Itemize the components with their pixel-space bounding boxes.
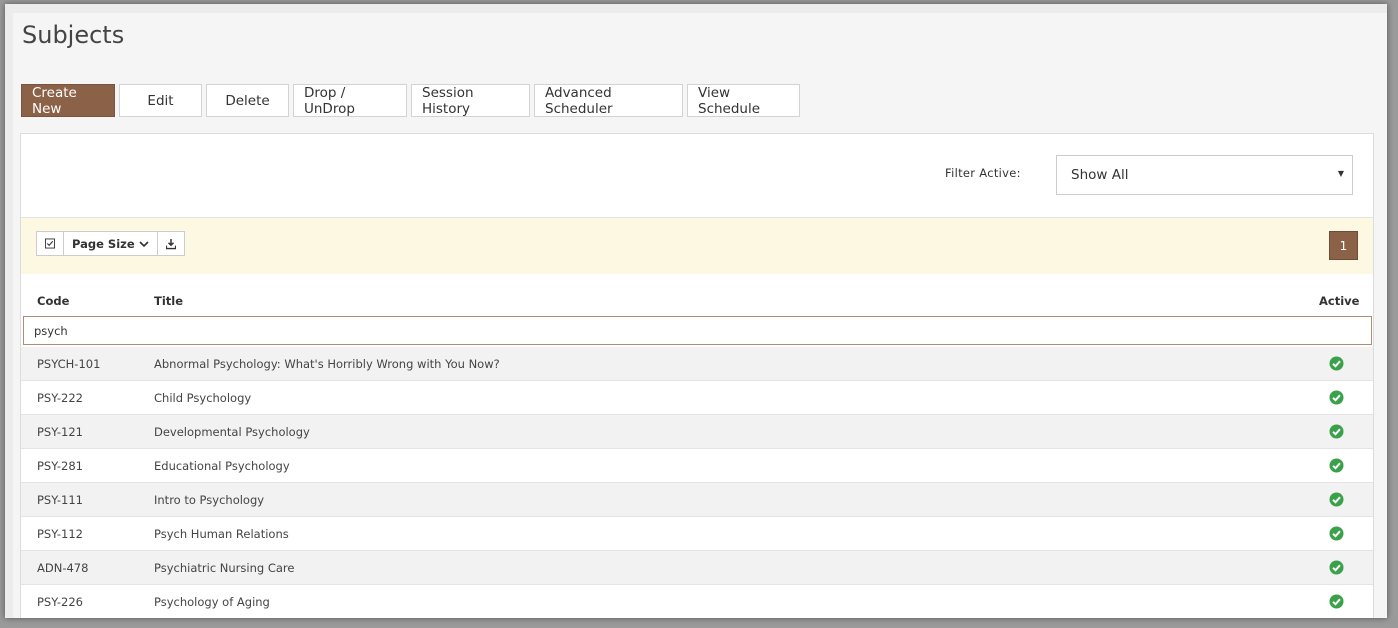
- table-row[interactable]: PSY-281 Educational Psychology: [21, 449, 1373, 483]
- checkbox-icon: [45, 238, 55, 249]
- cell-code: PSY-112: [37, 527, 83, 541]
- page-size-dropdown[interactable]: Page Size: [64, 232, 158, 255]
- cell-code: PSY-222: [37, 391, 83, 405]
- cell-title: Psychiatric Nursing Care: [154, 561, 295, 575]
- table-row[interactable]: PSY-226 Psychology of Aging: [21, 585, 1373, 618]
- delete-button[interactable]: Delete: [206, 84, 289, 117]
- check-circle-icon: [1329, 594, 1344, 609]
- cell-title: Educational Psychology: [154, 459, 290, 473]
- filter-active-label: Filter Active:: [945, 166, 1021, 180]
- action-toolbar: Create New Edit Delete Drop / UnDrop Ses…: [21, 84, 800, 117]
- table-row[interactable]: PSY-111 Intro to Psychology: [21, 483, 1373, 517]
- cell-title: Developmental Psychology: [154, 425, 310, 439]
- table-row[interactable]: PSYCH-101 Abnormal Psychology: What's Hor…: [21, 347, 1373, 381]
- check-circle-icon: [1329, 424, 1344, 439]
- column-search-input[interactable]: [23, 316, 1372, 345]
- check-circle-icon: [1329, 526, 1344, 541]
- check-circle-icon: [1329, 390, 1344, 405]
- column-header-active[interactable]: Active: [1319, 294, 1359, 308]
- cell-code: PSYCH-101: [37, 357, 101, 371]
- cell-title: Abnormal Psychology: What's Horribly Wro…: [154, 357, 500, 371]
- column-header-title[interactable]: Title: [154, 294, 183, 308]
- column-header-code[interactable]: Code: [37, 294, 69, 308]
- filter-active-select[interactable]: Show All ▼: [1056, 155, 1353, 195]
- edit-button[interactable]: Edit: [119, 84, 202, 117]
- window-frame: Subjects Create New Edit Delete Drop / U…: [5, 4, 1387, 618]
- filter-row: Filter Active: Show All ▼: [21, 134, 1373, 218]
- page-button-current[interactable]: 1: [1329, 231, 1358, 260]
- dropdown-caret-icon: ▼: [1337, 169, 1344, 178]
- session-history-button[interactable]: Session History: [411, 84, 530, 117]
- create-new-button[interactable]: Create New: [21, 84, 115, 117]
- check-circle-icon: [1329, 560, 1344, 575]
- grid-toolbar: Page Size 1: [21, 218, 1373, 274]
- cell-code: PSY-226: [37, 595, 83, 609]
- cell-code: PSY-121: [37, 425, 83, 439]
- cell-title: Psychology of Aging: [154, 595, 270, 609]
- grid-tool-group: Page Size: [36, 231, 185, 256]
- table-row[interactable]: PSY-222 Child Psychology: [21, 381, 1373, 415]
- page-size-label: Page Size: [72, 236, 135, 251]
- check-circle-icon: [1329, 458, 1344, 473]
- subjects-panel: Filter Active: Show All ▼ Page Size 1 Co…: [20, 133, 1374, 618]
- table-body: PSYCH-101 Abnormal Psychology: What's Hor…: [21, 347, 1373, 618]
- cell-code: PSY-281: [37, 459, 83, 473]
- table-row[interactable]: PSY-121 Developmental Psychology: [21, 415, 1373, 449]
- export-button[interactable]: [158, 232, 184, 255]
- cell-title: Intro to Psychology: [154, 493, 265, 507]
- content-area: Subjects Create New Edit Delete Drop / U…: [13, 13, 1387, 618]
- select-all-toggle[interactable]: [37, 232, 64, 255]
- cell-code: ADN-478: [37, 561, 89, 575]
- filter-active-value: Show All: [1071, 167, 1129, 183]
- page-title: Subjects: [22, 21, 125, 49]
- advanced-scheduler-button[interactable]: Advanced Scheduler: [534, 84, 683, 117]
- drop-undrop-button[interactable]: Drop / UnDrop: [293, 84, 407, 117]
- table-row[interactable]: PSY-112 Psych Human Relations: [21, 517, 1373, 551]
- chevron-down-icon: [139, 240, 149, 247]
- table-row[interactable]: ADN-478 Psychiatric Nursing Care: [21, 551, 1373, 585]
- cell-title: Psych Human Relations: [154, 527, 289, 541]
- cell-code: PSY-111: [37, 493, 83, 507]
- check-circle-icon: [1329, 356, 1344, 371]
- view-schedule-button[interactable]: View Schedule: [687, 84, 800, 117]
- cell-title: Child Psychology: [154, 391, 252, 405]
- download-icon: [165, 238, 176, 249]
- check-circle-icon: [1329, 492, 1344, 507]
